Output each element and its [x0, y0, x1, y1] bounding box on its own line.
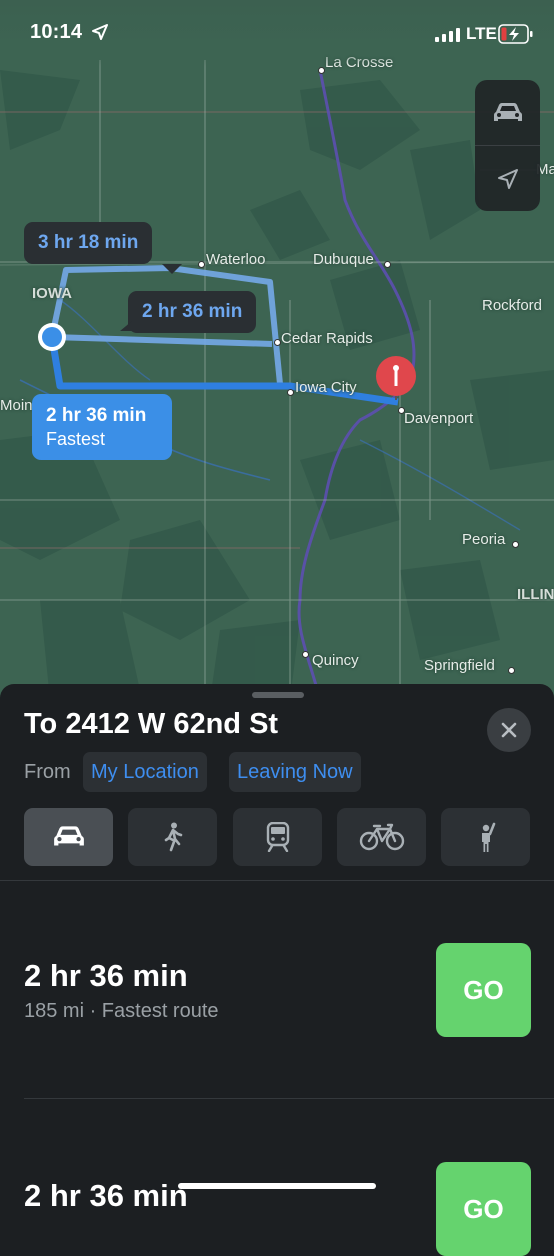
map-label-illinois: ILLIN [517, 586, 554, 603]
city-dot [274, 339, 281, 346]
city-dot [512, 541, 519, 548]
divider [24, 1098, 554, 1099]
map-label-rockford: Rockford [482, 297, 543, 314]
from-location-chip[interactable]: My Location [83, 752, 207, 792]
rideshare-icon [481, 822, 495, 852]
location-arrow-icon [497, 168, 518, 189]
divider [0, 880, 554, 881]
map-view[interactable]: La Crosse Waterloo Dubuque IOWA Rockford… [0, 0, 554, 700]
destination-title: To 2412 W 62nd St [24, 708, 279, 740]
mode-rideshare-button[interactable] [441, 808, 530, 866]
city-dot [318, 67, 325, 74]
from-location-text: My Location [91, 760, 199, 783]
route-duration: 2 hr 36 min [24, 1178, 188, 1213]
map-label-peoria: Peoria [462, 531, 506, 548]
city-dot [302, 651, 309, 658]
from-label: From [24, 761, 71, 783]
status-bar: 10:14 LTE [0, 0, 554, 66]
mode-walk-button[interactable] [128, 808, 217, 866]
route-callout-time: 2 hr 36 min [46, 404, 147, 426]
route-callout-note: Fastest [46, 428, 106, 449]
map-label-springfield: Springfield [424, 657, 495, 674]
directions-sheet: To 2412 W 62nd St From My Location Leavi… [0, 684, 554, 1256]
map-terrain [0, 60, 554, 700]
home-indicator[interactable] [178, 1183, 376, 1189]
map-label-davenport: Davenport [404, 410, 474, 427]
leaving-time-chip[interactable]: Leaving Now [229, 752, 361, 792]
map-label-iowa-city: Iowa City [295, 379, 357, 396]
bike-icon [359, 823, 404, 851]
leaving-time-text: Leaving Now [237, 760, 353, 783]
map-label-waterloo: Waterloo [206, 251, 266, 268]
map-label-quincy: Quincy [312, 652, 359, 669]
city-dot [198, 261, 205, 268]
signal-bars-icon [435, 28, 460, 42]
map-label-dubuque: Dubuque [313, 251, 374, 268]
recenter-button[interactable] [475, 146, 540, 211]
city-dot [508, 667, 515, 674]
route-details: 185 mi · Fastest route [24, 1000, 219, 1022]
go-button[interactable]: GO [436, 1162, 531, 1256]
car-icon [53, 826, 84, 846]
map-mode-button[interactable] [475, 80, 540, 145]
mode-drive-button[interactable] [24, 808, 113, 866]
battery-charging-icon [498, 24, 533, 44]
route-callout-fastest[interactable]: 2 hr 36 min Fastest [32, 394, 172, 460]
route-callout-alt-1[interactable]: 3 hr 18 min [24, 222, 182, 274]
mode-cycle-button[interactable] [337, 808, 426, 866]
status-time: 10:14 [30, 21, 83, 43]
map-label-iowa: IOWA [32, 285, 72, 302]
close-button[interactable] [487, 708, 531, 752]
callout-tail [162, 264, 182, 274]
route-callout-time: 2 hr 36 min [142, 301, 243, 322]
sheet-grabber[interactable] [252, 692, 304, 698]
go-button[interactable]: GO [436, 943, 531, 1037]
route-duration: 2 hr 36 min [24, 958, 188, 993]
map-label-cedar-rapids: Cedar Rapids [281, 330, 373, 347]
walk-icon [164, 822, 182, 852]
route-callout-alt-2[interactable]: 2 hr 36 min [120, 291, 257, 333]
city-dot [384, 261, 391, 268]
transit-icon [266, 822, 289, 852]
network-type: LTE [466, 24, 497, 43]
map-controls [475, 80, 540, 211]
route-callout-time: 3 hr 18 min [38, 232, 139, 253]
close-icon [501, 722, 517, 738]
city-dot [287, 389, 294, 396]
location-arrow-icon [92, 24, 108, 40]
car-icon [493, 102, 522, 121]
mode-transit-button[interactable] [233, 808, 322, 866]
callout-tail [120, 321, 132, 331]
